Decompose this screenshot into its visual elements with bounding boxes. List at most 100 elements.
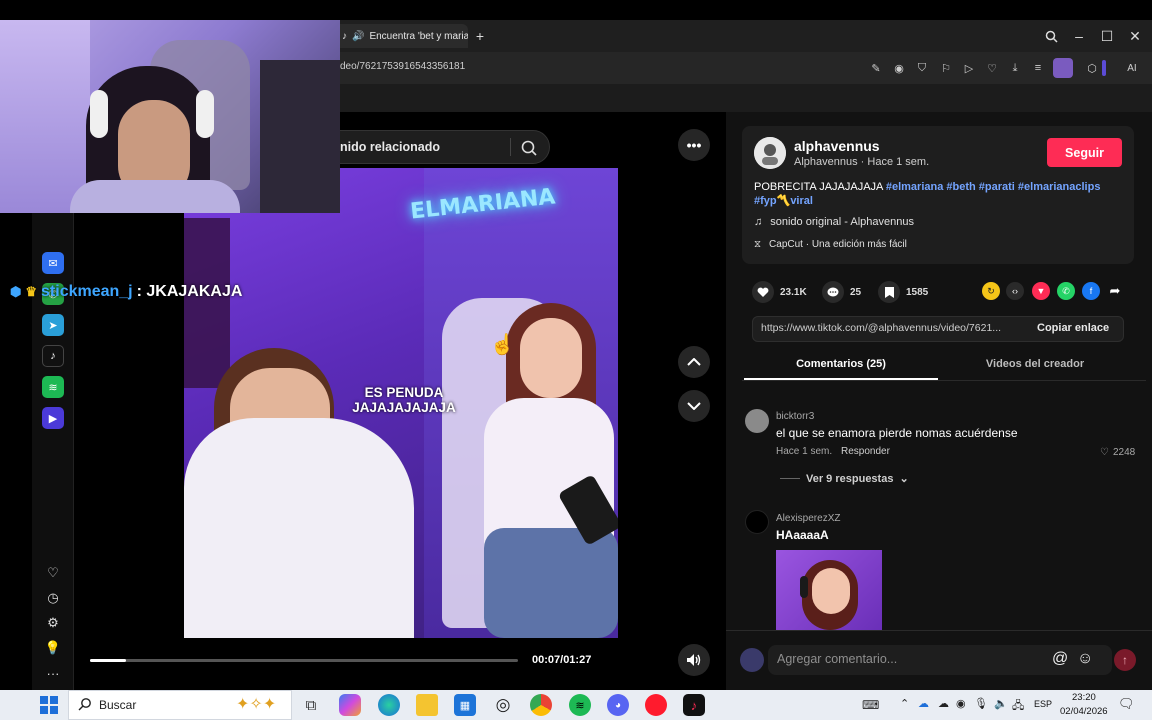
emoji-icon[interactable]: ☺ [1077,650,1093,668]
play-icon[interactable]: ▷ [961,60,977,76]
player-icon[interactable]: ▶ [42,407,64,429]
facebook-icon[interactable]: f [1082,282,1100,300]
capcut-label: CapCut · Una edición más fácil [769,239,907,250]
volume-button[interactable] [678,644,710,676]
history-icon[interactable]: ◷ [45,590,61,606]
url-text[interactable]: deo/7621753916543356181 [340,61,465,72]
gear-icon[interactable]: ⚙ [45,615,61,631]
comment-image[interactable] [776,550,882,630]
spotify-icon[interactable]: ≋ [42,376,64,398]
divider [726,630,1152,631]
save-button[interactable]: 1585 [878,281,928,303]
windows-start-icon[interactable] [40,696,58,714]
more-icon[interactable]: ··· [45,665,61,681]
next-video-button[interactable] [678,390,710,422]
copilot-icon[interactable] [339,694,361,716]
clock-time[interactable]: 23:20 [1072,692,1096,703]
task-view-icon[interactable]: ⧉ [300,694,322,716]
tab-creator-videos[interactable]: Videos del creador [960,358,1110,370]
video-caption: ES PENUDA JAJAJAJAJAJA [352,385,456,415]
notifications-icon[interactable]: 🗨 [1118,696,1135,712]
new-tab-button[interactable]: + [472,28,488,44]
opera-icon[interactable] [645,694,667,716]
avatar[interactable] [754,137,786,169]
heart-icon[interactable]: ♡ [984,60,1000,76]
search-icon[interactable] [1040,26,1062,46]
chat-username: stickmean_j [41,283,133,300]
store-icon[interactable]: ▦ [454,694,476,716]
previous-video-button[interactable] [678,346,710,378]
like-button[interactable]: 23.1K [752,281,807,303]
avatar[interactable] [745,510,769,534]
shield-icon[interactable]: ⛉ [914,60,930,76]
spotify-icon[interactable]: ≋ [569,694,591,716]
sound-name: sonido original - Alphavennus [770,216,914,228]
edge-icon[interactable] [378,694,400,716]
post-comment-button[interactable]: ↑ [1114,649,1136,671]
heart-icon: ♡ [1100,447,1109,458]
record-icon[interactable]: ◉ [956,697,966,710]
onedrive-icon[interactable]: ☁ [918,697,929,710]
embed-icon[interactable]: ‹› [1006,282,1024,300]
extension-icon[interactable] [1053,58,1073,78]
menu-icon[interactable]: ≡ [1030,60,1046,76]
microphone-icon[interactable]: 🎙 [974,697,988,710]
cube-icon[interactable]: ⬡ [1084,60,1100,76]
share-icon[interactable]: ➦ [1106,282,1124,300]
comment-like-button[interactable]: ♡ 2248 [1100,447,1135,458]
camera-icon[interactable]: ◉ [891,60,907,76]
follow-button[interactable]: Seguir [1047,138,1122,167]
video-link[interactable]: https://www.tiktok.com/@alphavennus/vide… [761,322,1001,334]
maximize-button[interactable]: ☐ [1096,26,1118,46]
ai-button[interactable]: AI [1120,60,1144,76]
search-icon[interactable] [518,137,540,159]
comment-icon [822,281,844,303]
tab-comments[interactable]: Comentarios (25) [774,358,908,370]
cloud-icon[interactable]: ☁ [938,697,949,710]
minimize-button[interactable]: – [1068,26,1090,46]
download-icon[interactable]: ⤓ [1007,60,1023,76]
edit-icon[interactable]: ✎ [868,60,884,76]
avatar [740,648,764,672]
comment-button[interactable]: 25 [822,281,861,303]
speaker-icon[interactable]: 🔈 [994,697,1008,710]
view-replies-button[interactable]: Ver 9 respuestas ⌄ [780,472,909,485]
telegram-icon[interactable]: ➤ [42,314,64,336]
progress-bar[interactable] [90,659,518,662]
send-icon[interactable]: ▼ [1032,282,1050,300]
clock-date[interactable]: 02/04/2026 [1060,706,1108,717]
close-button[interactable]: ✕ [1124,26,1146,46]
keyboard-icon[interactable]: ⌨ [862,698,879,712]
lightbulb-icon[interactable]: 💡 [45,640,61,656]
file-explorer-icon[interactable] [416,694,438,716]
translate-icon[interactable]: ⚐ [938,60,954,76]
reply-button[interactable]: Responder [841,446,890,457]
discord-icon[interactable]: ◕ [607,694,629,716]
network-icon[interactable]: 🖧 [1012,697,1024,716]
video-time: 00:07/01:27 [532,654,592,666]
capcut-row[interactable]: ⧖ CapCut · Una edición más fácil [754,239,907,250]
chevron-up-icon[interactable]: ⌃ [900,697,909,710]
repost-icon[interactable]: ↻ [982,282,1000,300]
active-tab-indicator [744,378,938,380]
comment-user[interactable]: bicktorr3 [776,411,814,422]
obs-icon[interactable]: ◎ [492,694,514,716]
whatsapp-icon[interactable]: ✆ [1057,282,1075,300]
tiktok-icon[interactable]: ♪ [42,345,64,367]
heart-icon[interactable]: ♡ [45,565,61,581]
pointer-cursor-icon: ☝ [490,334,515,356]
chrome-icon[interactable] [530,694,552,716]
browser-tab[interactable]: ♪ 🔊 Encuentra 'bet y maria [334,24,468,48]
mention-icon[interactable]: @ [1052,650,1068,668]
copy-link-button[interactable]: Copiar enlace [1037,322,1109,334]
comment-user[interactable]: AlexisperezXZ [776,513,840,524]
video-player[interactable]: ELMARIANA ES PENUDA JAJAJAJAJAJA ☝ [184,168,618,638]
avatar[interactable] [745,409,769,433]
author-name[interactable]: alphavennus [794,138,880,154]
chat-text: : JKAJAKAJA [136,283,243,300]
language-indicator[interactable]: ESP [1034,699,1052,709]
sound-row[interactable]: ♫ sonido original - Alphavennus [754,216,914,228]
tiktok-icon[interactable]: ♪ [683,694,705,716]
more-options-button[interactable]: ••• [678,129,710,161]
messenger-icon[interactable]: ✉ [42,252,64,274]
